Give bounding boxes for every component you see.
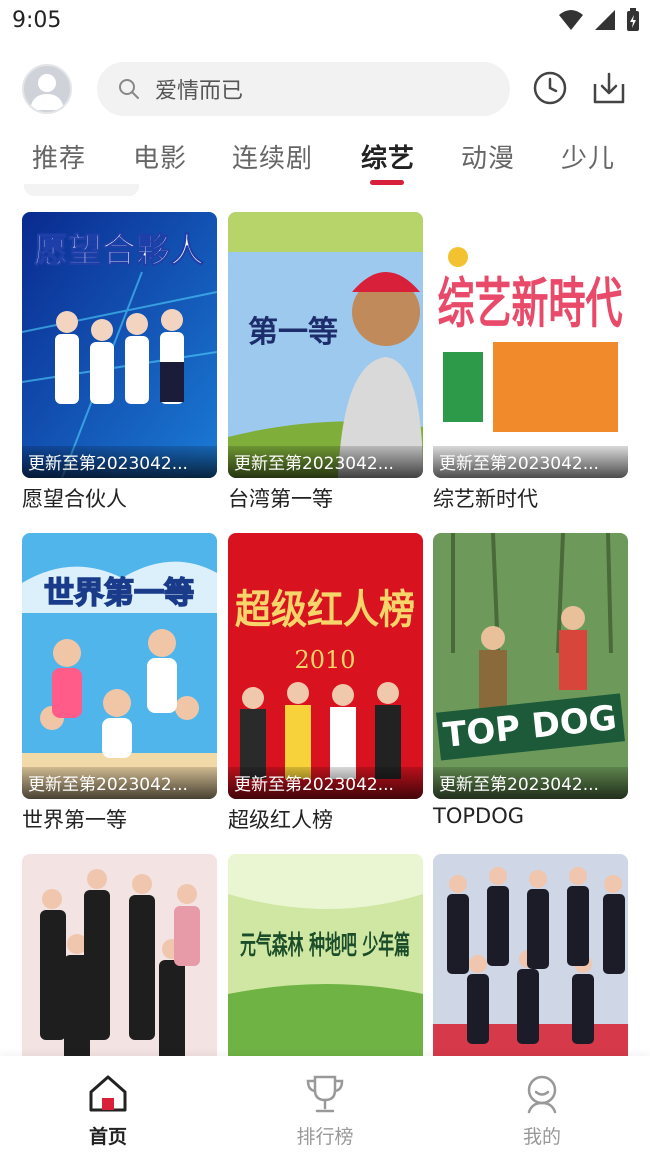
show-title[interactable]: 愿望合伙人 [22,483,127,513]
wifi-icon [559,10,583,30]
home-icon [89,1075,127,1112]
category-tabs: 推荐 电影 连续剧 综艺 动漫 少儿 [0,132,650,188]
status-time: 9:05 [12,8,62,33]
show-title[interactable]: 综艺新时代 [433,483,538,513]
nav-home[interactable]: 首页 [48,1066,168,1149]
tab-variety[interactable]: 综艺 [361,138,415,175]
tab-recommend[interactable]: 推荐 [32,138,86,175]
battery-icon [627,8,639,31]
poster-image: 愿望合夥人 [22,212,217,478]
show-title[interactable]: 超级红人榜 [228,804,333,834]
clock-icon [533,71,567,105]
nav-ranking-label: 排行榜 [296,1126,354,1148]
poster-image: 超级红人榜 2010 [228,533,423,799]
nav-profile[interactable]: 我的 [482,1066,602,1149]
show-title[interactable]: TOPDOG [433,804,524,828]
nav-profile-label: 我的 [522,1126,561,1148]
show-title[interactable]: 世界第一等 [22,804,127,834]
poster-image: TOP DOG [433,533,628,799]
tab-series[interactable]: 连续剧 [232,138,313,175]
poster-title-text: 第一等 [248,315,338,350]
poster-title-text: 世界第一等 [44,576,194,611]
show-poster[interactable]: 超级红人榜 2010 更新至第2023042... [228,533,423,799]
update-status: 更新至第2023042... [234,775,394,795]
search-placeholder: 爱情而已 [155,79,244,104]
update-strip: 更新至第2023042... [22,767,217,799]
update-status: 更新至第2023042... [28,454,188,474]
trophy-icon [306,1075,344,1113]
poster-image: 世界第一等 [22,533,217,799]
avatar-silhouette-icon [30,74,64,110]
update-status: 更新至第2023042... [234,454,394,474]
show-poster[interactable]: TOP DOG 更新至第2023042... [433,533,628,799]
poster-title-text: 综艺新時代 [438,272,623,335]
update-status: 更新至第2023042... [439,775,599,795]
search-input[interactable]: 爱情而已 [97,62,510,116]
tab-kids[interactable]: 少儿 [561,138,615,175]
scroll-edge-shadow [24,184,139,196]
poster-image: 综艺新時代 [433,212,628,478]
profile-icon [527,1075,557,1114]
update-status: 更新至第2023042... [28,775,188,795]
tab-anime[interactable]: 动漫 [461,138,515,175]
update-strip: 更新至第2023042... [228,446,423,478]
update-strip: 更新至第2023042... [22,446,217,478]
search-icon [119,79,139,99]
nav-home-label: 首页 [88,1126,127,1148]
show-title[interactable]: 台湾第一等 [228,483,333,513]
download-button[interactable] [589,68,629,108]
bottom-navigation: 首页 排行榜 我的 [0,1056,650,1153]
update-status: 更新至第2023042... [439,454,599,474]
show-poster[interactable]: 综艺新時代 更新至第2023042... [433,212,628,478]
status-bar: 9:05 [0,0,650,44]
update-strip: 更新至第2023042... [433,446,628,478]
poster-year: 2010 [294,646,355,674]
poster-title-text: 超级红人榜 [235,586,415,633]
update-strip: 更新至第2023042... [228,767,423,799]
tab-movies[interactable]: 电影 [133,138,187,175]
poster-title-text: 元气森林 种地吧 少年篇 [240,930,410,961]
history-button[interactable] [530,68,570,108]
show-poster[interactable]: 愿望合夥人 更新至第2023042... [22,212,217,478]
avatar[interactable] [22,64,72,114]
status-icons [558,8,640,32]
nav-ranking[interactable]: 排行榜 [265,1066,385,1149]
cellular-signal-icon [595,10,615,30]
update-strip: 更新至第2023042... [433,767,628,799]
show-poster[interactable]: 世界第一等 更新至第2023042... [22,533,217,799]
active-tab-indicator [370,180,404,185]
poster-title-text: 愿望合夥人 [34,231,204,271]
header: 爱情而已 [0,58,650,120]
download-icon [593,72,625,104]
poster-image: 第一等 [228,212,423,478]
show-poster[interactable]: 第一等 更新至第2023042... [228,212,423,478]
